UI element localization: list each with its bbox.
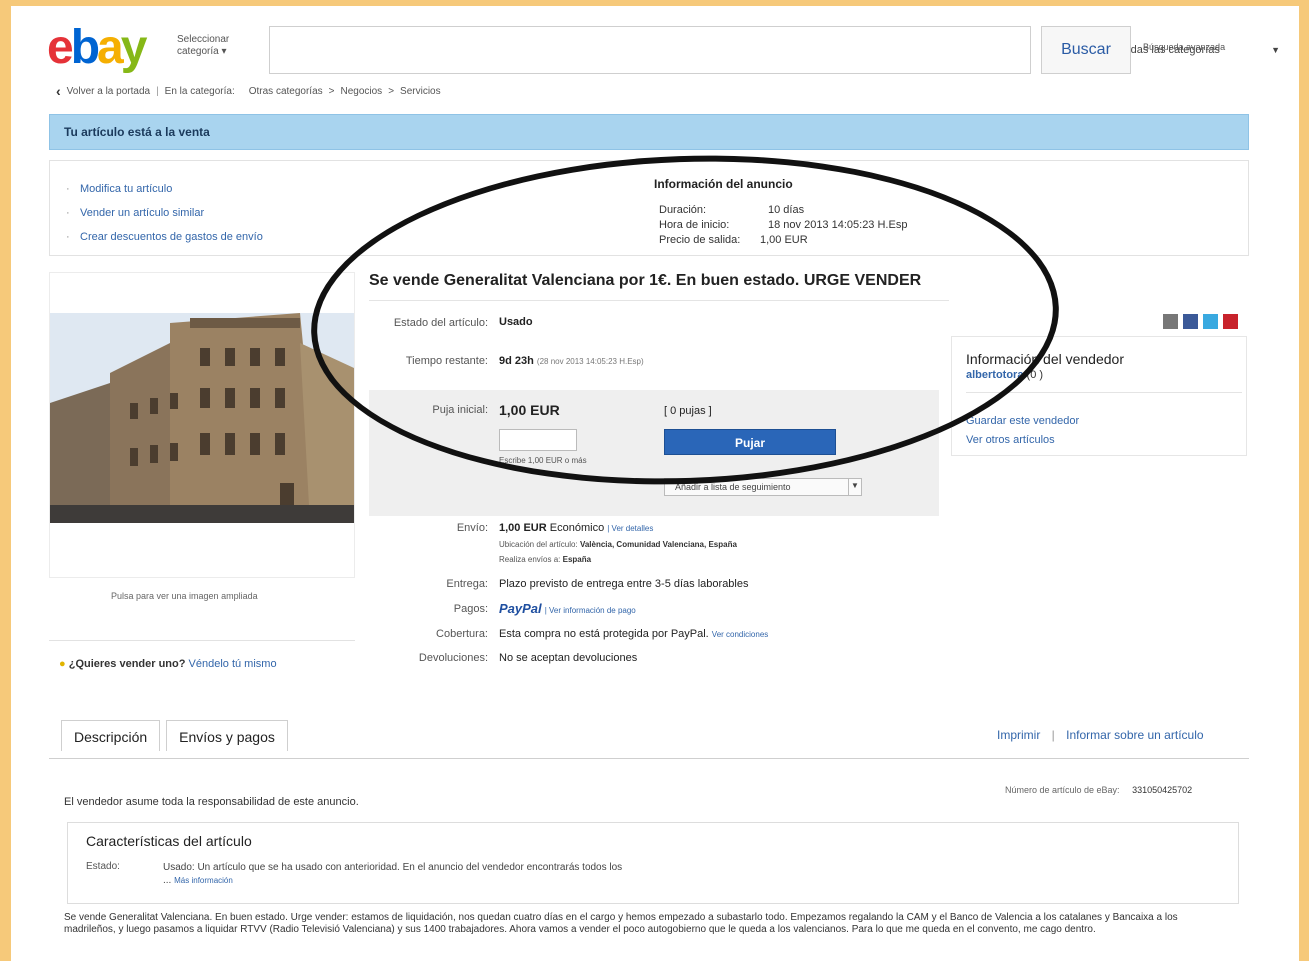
edit-item-link[interactable]: Modifica tu artículo (66, 183, 172, 195)
dropdown-arrow-icon: ▼ (1271, 45, 1280, 55)
tab-description[interactable]: Descripción (61, 720, 161, 751)
divider (49, 640, 355, 641)
payments-value: PayPal | Ver información de pago (499, 601, 636, 616)
facebook-icon[interactable] (1183, 314, 1198, 329)
shipping-label: Envío: (456, 522, 488, 534)
logo-letter: a (97, 21, 124, 74)
seller-responsibility-note: El vendedor asume toda la responsabilida… (64, 796, 359, 808)
print-link[interactable]: Imprimir (997, 728, 1040, 742)
enlarge-image-link[interactable]: Pulsa para ver una imagen ampliada (111, 591, 258, 601)
breadcrumb: ‹ Volver a la portada | En la categoría:… (56, 83, 441, 99)
pinterest-icon[interactable] (1223, 314, 1238, 329)
advanced-search-link[interactable]: Búsqueda avanzada (1143, 42, 1225, 52)
breadcrumb-item[interactable]: Negocios (340, 86, 382, 97)
logo-letter: b (70, 21, 100, 74)
search-button[interactable]: Buscar (1041, 26, 1131, 74)
returns-label: Devoluciones: (418, 652, 488, 664)
payment-info-link[interactable]: | Ver información de pago (545, 606, 636, 615)
item-features-box: Características del artículo Estado: Usa… (67, 822, 1239, 904)
dropdown-arrow-icon[interactable]: ▼ (848, 478, 862, 496)
coverage-conditions-link[interactable]: Ver condiciones (712, 630, 768, 639)
share-icons (1163, 314, 1238, 329)
coverage-label: Cobertura: (436, 628, 488, 640)
ships-to: Realiza envíos a: España (499, 555, 591, 564)
description-tabs: Descripción Envíos y pagos (61, 720, 288, 751)
building-photo (50, 273, 354, 577)
item-number-label: Número de artículo de eBay: (1005, 785, 1120, 795)
tab-underline (49, 758, 1249, 759)
back-to-home-link[interactable]: Volver a la portada (67, 86, 150, 97)
shipping-type: Económico (549, 522, 605, 534)
shipping-discount-link[interactable]: Crear descuentos de gastos de envío (66, 231, 263, 243)
more-info-link[interactable]: Más información (174, 876, 233, 885)
delivery-value: Plazo previsto de entrega entre 3-5 días… (499, 578, 749, 590)
separator: | (156, 85, 159, 97)
item-description: Se vende Generalitat Valenciana. En buen… (64, 912, 1178, 935)
delivery-label: Entrega: (446, 578, 488, 590)
features-state-label: Estado: (86, 861, 120, 872)
twitter-icon[interactable] (1203, 314, 1218, 329)
ebay-logo[interactable]: ebay (47, 20, 148, 76)
logo-letter: e (47, 21, 74, 74)
payments-label: Pagos: (453, 603, 488, 615)
breadcrumb-chevron-icon: > (328, 85, 335, 97)
ships-to-value: España (562, 555, 592, 564)
search-input[interactable]: Todas las categorías ▼ (269, 26, 1280, 74)
listing-status-banner: Tu artículo está a la venta (49, 114, 1249, 150)
tag-icon: ● (59, 658, 66, 670)
chevron-down-icon: ▾ (221, 46, 227, 57)
select-category-button[interactable]: Seleccionar categoría ▾ (177, 34, 257, 58)
shipping-details-link[interactable]: | Ver detalles (607, 524, 653, 533)
breadcrumb-item[interactable]: Servicios (400, 86, 441, 97)
sell-one-prompt: ● ¿Quieres vender uno? Véndelo tú mismo (59, 658, 277, 670)
shipping-cost: 1,00 EUR (499, 522, 547, 534)
paypal-logo: PayPal (499, 601, 542, 616)
print-and-report-links: Imprimir | Informar sobre un artículo (997, 728, 1204, 742)
shipping-value: 1,00 EUR Económico | Ver detalles (499, 522, 653, 534)
location-value: València, Comunidad Valenciana, España (579, 540, 737, 549)
back-arrow-icon[interactable]: ‹ (56, 83, 61, 99)
item-image-frame[interactable] (49, 272, 355, 578)
separator: | (1051, 728, 1055, 742)
coverage-value: Esta compra no está protegida por PayPal… (499, 628, 768, 640)
returns-value: No se aceptan devoluciones (499, 652, 638, 664)
report-item-link[interactable]: Informar sobre un artículo (1066, 728, 1203, 742)
logo-letter: y (120, 21, 148, 74)
item-number: Número de artículo de eBay: 331050425702 (1005, 785, 1192, 795)
screenshot-page: ebay Seleccionar categoría ▾ Todas las c… (11, 6, 1299, 961)
email-icon[interactable] (1163, 314, 1178, 329)
sell-it-yourself-link[interactable]: Véndelo tú mismo (189, 658, 277, 670)
in-category-label: En la categoría: (164, 85, 235, 97)
tab-shipping-payments[interactable]: Envíos y pagos (166, 720, 288, 751)
features-state-value: Usado: Un artículo que se ha usado con a… (163, 861, 633, 887)
ships-to-label: Realiza envíos a: (499, 555, 561, 564)
location-label: Ubicación del artículo: (499, 540, 578, 549)
item-location: Ubicación del artículo: València, Comuni… (499, 540, 737, 549)
item-number-value: 331050425702 (1132, 785, 1193, 795)
sell-similar-link[interactable]: Vender un artículo similar (66, 207, 204, 219)
coverage-text: Esta compra no está protegida por PayPal… (499, 628, 709, 640)
save-seller-link[interactable]: Guardar este vendedor (966, 415, 1079, 427)
breadcrumb-item[interactable]: Otras categorías (249, 86, 323, 97)
other-items-link[interactable]: Ver otros artículos (966, 434, 1055, 446)
features-title: Características del artículo (86, 833, 252, 849)
breadcrumb-chevron-icon: > (388, 85, 395, 97)
sell-question: ¿Quieres vender uno? (68, 658, 186, 670)
